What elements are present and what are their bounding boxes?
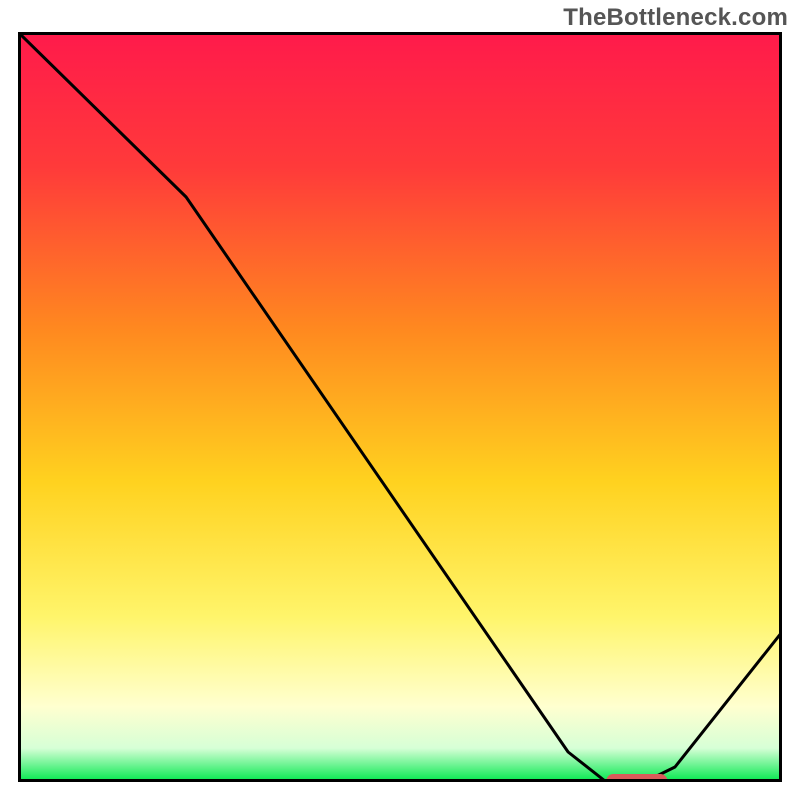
- plot-area: [18, 32, 782, 782]
- watermark-text: TheBottleneck.com: [563, 4, 788, 32]
- chart-container: TheBottleneck.com: [0, 0, 800, 800]
- chart-svg: [18, 32, 782, 782]
